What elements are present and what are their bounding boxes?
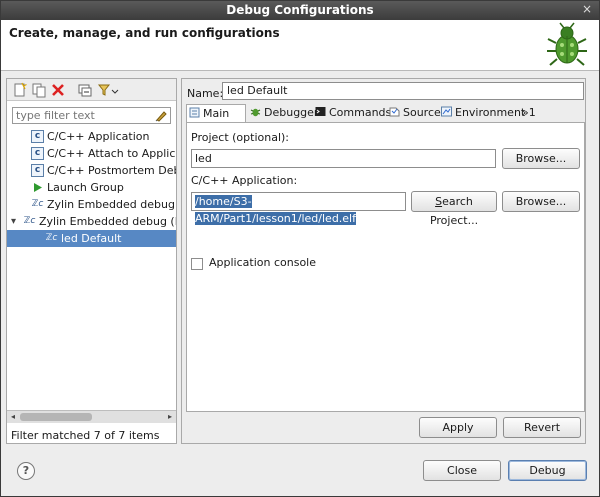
project-label: Project (optional): [191,131,290,144]
duplicate-icon[interactable] [31,82,47,98]
help-icon[interactable]: ? [17,462,35,480]
tab-commands[interactable]: Commands [313,104,391,122]
filter-status: Filter matched 7 of 7 items [11,429,160,442]
tree-item-label: C/C++ Postmortem Debugger [47,164,176,177]
configuration-tabs: Main Debugger Commands Source Environmen… [186,104,584,123]
name-field[interactable]: led Default [222,82,584,100]
revert-button[interactable]: Revert [503,417,581,438]
collapse-all-icon[interactable] [77,82,93,98]
application-console-checkbox[interactable] [191,258,203,270]
launch-group-icon [31,181,44,194]
c-icon: c [31,164,44,177]
c-icon: c [31,147,44,160]
main-tab-panel: Project (optional): led Browse... C/C++ … [186,122,585,412]
scrollbar-thumb[interactable] [20,413,92,421]
zylin-icon: ℤc [23,216,36,226]
tree-item[interactable]: cC/C++ Attach to Application [7,145,176,162]
tab-overflow-chevron-icon[interactable]: »1 [520,104,536,122]
tree-item[interactable]: Launch Group [7,179,176,196]
tree-item-label: C/C++ Attach to Application [47,147,176,160]
filter-input[interactable] [13,108,153,123]
filter-field[interactable] [12,107,171,124]
tree-horizontal-scrollbar[interactable]: ◂ ▸ [7,410,176,423]
environment-tab-icon [441,106,452,117]
tree-item[interactable]: c C/C++ Application [7,128,176,145]
configuration-editor: Name: led Default Main Debugger Commands… [181,78,586,444]
application-console-label: Application console [209,256,316,269]
window-close-icon[interactable]: × [580,3,594,17]
tree-item-label: Zylin Embedded debug (Native) [39,215,176,228]
tab-source[interactable]: Source [387,104,441,122]
source-tab-icon [389,107,400,117]
application-browse-button[interactable]: Browse... [502,191,580,212]
new-configuration-icon[interactable] [12,82,28,98]
window-title: Debug Configurations [226,3,374,17]
delete-icon[interactable] [50,82,66,98]
tree-item-label: led Default [61,232,122,245]
project-browse-button[interactable]: Browse... [502,148,580,169]
expand-toggle-icon[interactable]: ▾ [11,213,16,230]
zylin-icon: ℤc [45,233,58,243]
c-icon: c [31,130,44,143]
tree-item-label: Launch Group [47,181,124,194]
filter-menu-icon[interactable] [97,82,119,98]
name-label: Name: [187,87,224,100]
configuration-list-pane: cC/C++ ApplicationcC/C++ Attach to Appli… [6,78,177,444]
commands-tab-icon [315,107,326,116]
configuration-tree[interactable]: c C/C++ Application c C/C++ Attach to Appli… [7,128,176,410]
scroll-right-icon[interactable]: ▸ [164,411,176,423]
title-bar: Debug Configurations × [1,1,599,20]
tree-item[interactable]: ℤc led Default [7,230,176,247]
project-field[interactable]: led [191,149,496,168]
search-project-button[interactable]: Search Project... [411,191,497,227]
zylin-icon: ℤc [31,199,44,209]
clear-filter-icon[interactable] [155,109,168,122]
debugger-tab-icon [250,108,261,117]
scroll-left-icon[interactable]: ◂ [7,411,19,423]
bug-icon [547,22,587,66]
tree-item[interactable]: ℤcZylin Embedded debug (Cygwin) [7,196,176,213]
header-banner: Create, manage, and run configurations [1,20,599,71]
apply-button[interactable]: Apply [419,417,497,438]
debug-button[interactable]: Debug [508,460,587,481]
application-path-text: /home/S3-ARM/Part1/lesson1/led/led.elf [195,195,356,225]
tree-item-label: Zylin Embedded debug (Cygwin) [47,198,176,211]
tree-item-label: C/C++ Application [47,130,150,143]
close-button[interactable]: Close [423,460,501,481]
main-tab-icon [189,107,200,118]
banner-heading: Create, manage, and run configurations [9,26,280,40]
application-field[interactable]: /home/S3-ARM/Part1/lesson1/led/led.elf [191,192,406,225]
tree-item[interactable]: ▾ ℤcZylin Embedded debug (Native) [7,213,176,230]
configuration-toolbar [7,79,176,101]
debug-configurations-dialog: Debug Configurations × Create, manage, a… [0,0,600,497]
tab-debugger[interactable]: Debugger [248,104,318,122]
application-label: C/C++ Application: [191,174,298,187]
tree-item[interactable]: cC/C++ Postmortem Debugger [7,162,176,179]
tab-environment[interactable]: Environment [439,104,525,122]
tab-main[interactable]: Main [186,104,246,123]
